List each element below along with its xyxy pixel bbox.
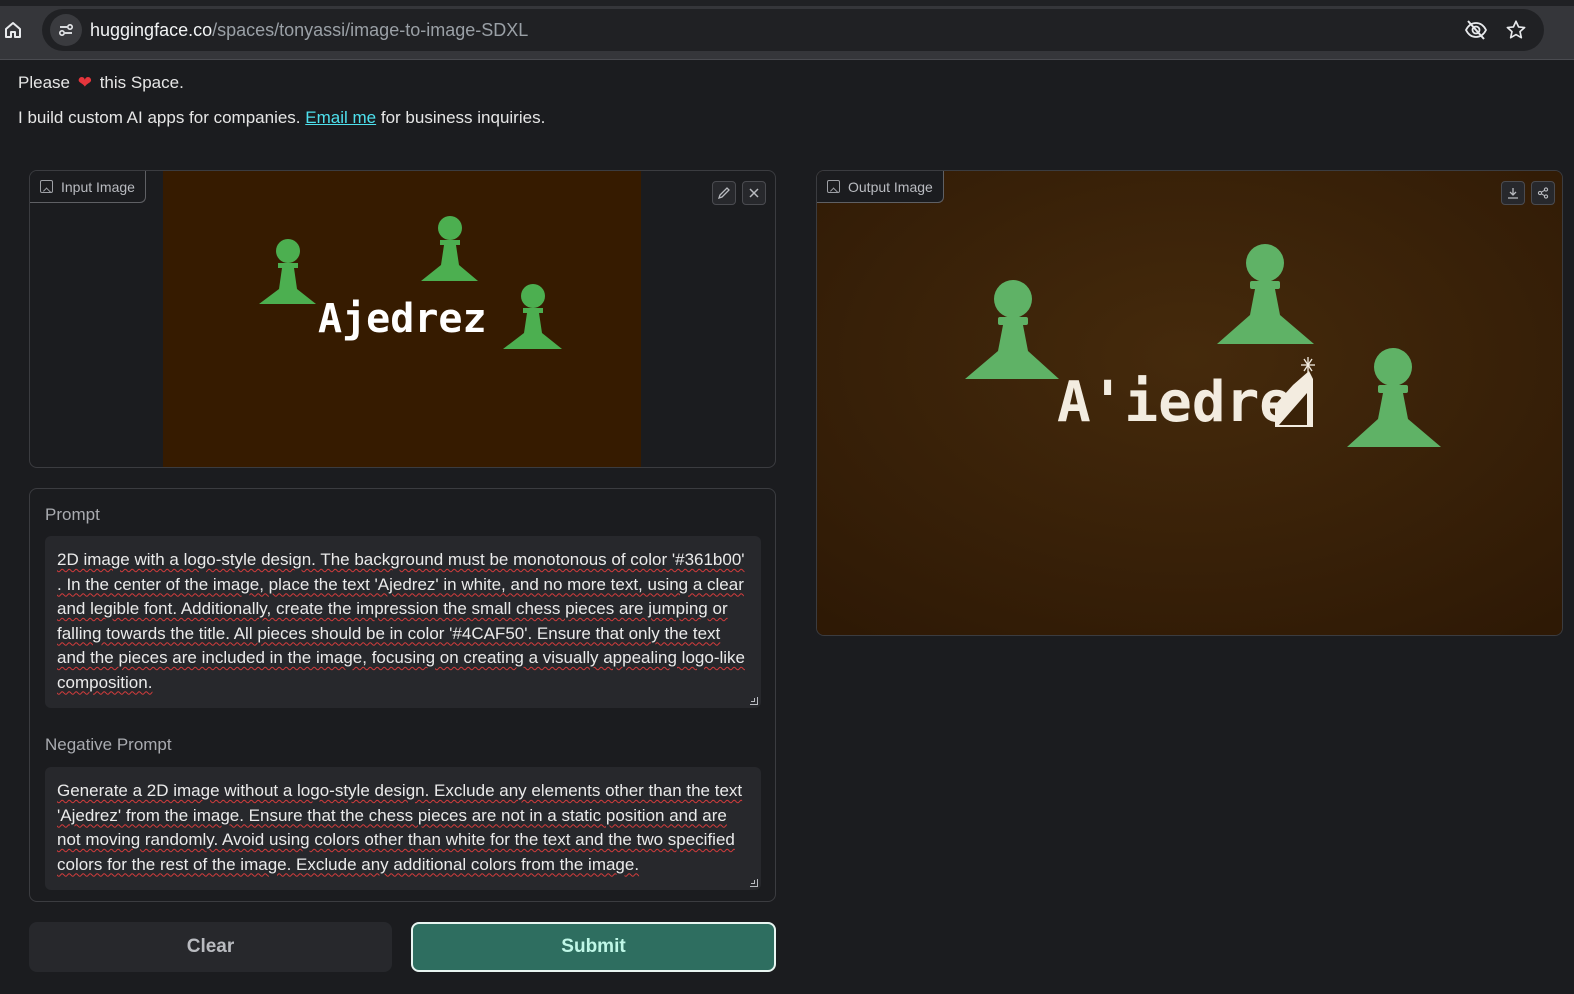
- share-icon[interactable]: [1531, 181, 1555, 205]
- negative-prompt-text: Generate a 2D image without a logo-style…: [57, 781, 743, 874]
- intro-space: this Space.: [99, 73, 184, 92]
- input-image-panel[interactable]: Input Image Ajedrez: [29, 170, 776, 468]
- output-image: A'iedre: [817, 171, 1562, 635]
- close-icon[interactable]: [742, 181, 766, 205]
- output-image-tools: [1501, 181, 1555, 205]
- intro-inquiries: for business inquiries.: [380, 108, 546, 127]
- resize-handle-icon[interactable]: [750, 697, 758, 705]
- download-icon[interactable]: [1501, 181, 1525, 205]
- url-host: huggingface.co: [90, 20, 213, 40]
- prompt-textarea[interactable]: 2D image with a logo-style design. The b…: [45, 536, 761, 708]
- clear-button[interactable]: Clear: [29, 922, 392, 972]
- star-icon[interactable]: [1504, 18, 1528, 42]
- image-icon: [40, 180, 53, 193]
- input-image-tools: [712, 181, 766, 205]
- intro-line-1: Please ❤ this Space.: [18, 72, 184, 94]
- submit-button[interactable]: Submit: [411, 922, 776, 972]
- address-bar[interactable]: huggingface.co/spaces/tonyassi/image-to-…: [42, 9, 1544, 51]
- edit-icon[interactable]: [712, 181, 736, 205]
- output-image-label-text: Output Image: [848, 178, 933, 195]
- url-text[interactable]: huggingface.co/spaces/tonyassi/image-to-…: [90, 20, 528, 40]
- input-image-label-text: Input Image: [61, 178, 135, 195]
- output-image-label: Output Image: [817, 171, 944, 203]
- resize-handle-icon[interactable]: [750, 879, 758, 887]
- image-icon: [827, 180, 840, 193]
- input-image-title: Ajedrez: [318, 296, 487, 342]
- eye-off-icon[interactable]: [1464, 18, 1488, 42]
- intro-please: Please: [18, 73, 70, 92]
- tab-strip: [0, 0, 1574, 6]
- home-icon[interactable]: [0, 14, 26, 46]
- prompt-panel: Prompt 2D image with a logo-style design…: [29, 488, 776, 902]
- output-image-title: A'iedre: [1057, 370, 1293, 435]
- input-image: Ajedrez: [163, 171, 641, 467]
- url-path: /spaces/tonyassi/image-to-image-SDXL: [212, 20, 529, 40]
- intro-build: I build custom AI apps for companies.: [18, 108, 301, 127]
- prompt-label: Prompt: [45, 505, 100, 524]
- intro-line-2: I build custom AI apps for companies. Em…: [18, 107, 545, 129]
- negative-prompt-label: Negative Prompt: [45, 735, 172, 754]
- negative-prompt-textarea[interactable]: Generate a 2D image without a logo-style…: [45, 767, 761, 890]
- page-content: Please ❤ this Space. I build custom AI a…: [0, 60, 1574, 994]
- email-link[interactable]: Email me: [305, 108, 376, 127]
- prompt-text: 2D image with a logo-style design. The b…: [57, 550, 745, 692]
- site-settings-icon[interactable]: [50, 14, 82, 46]
- input-image-label: Input Image: [30, 171, 146, 203]
- output-image-panel: Output Image A'iedre: [816, 170, 1563, 636]
- heart-icon: ❤: [77, 73, 92, 92]
- browser-toolbar: huggingface.co/spaces/tonyassi/image-to-…: [0, 0, 1574, 60]
